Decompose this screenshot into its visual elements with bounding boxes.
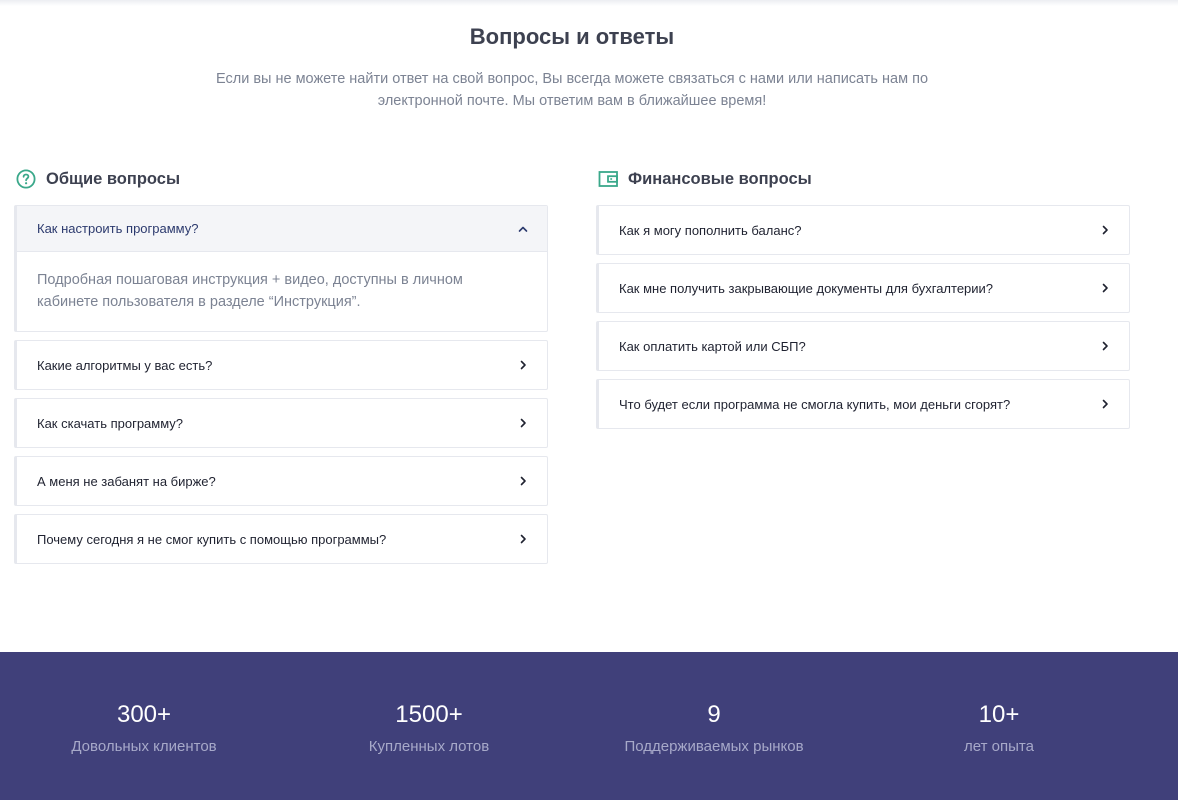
faq-question-failed-purchase[interactable]: Почему сегодня я не смог купить с помощь… — [17, 515, 547, 563]
chevron-right-icon[interactable] — [517, 359, 529, 371]
chevron-right-icon[interactable] — [1099, 340, 1111, 352]
chevron-right-icon[interactable] — [1099, 224, 1111, 236]
faq-question-documents[interactable]: Как мне получить закрывающие документы д… — [599, 264, 1129, 312]
stat-label: Довольных клиентов — [71, 738, 217, 755]
chevron-right-icon[interactable] — [1099, 282, 1111, 294]
faq-question-text: Как оплатить картой или СБП? — [619, 338, 806, 354]
faq-subtitle: Если вы не можете найти ответ на свой во… — [215, 71, 929, 109]
finance-questions-title: Финансовые вопросы — [628, 169, 812, 188]
header-shadow — [0, 0, 1178, 6]
faq-question-text: Какие алгоритмы у вас есть? — [37, 357, 213, 373]
faq-item-card-payment: Как оплатить картой или СБП? — [596, 321, 1130, 371]
stat-label: Купленных лотов — [368, 738, 490, 755]
general-questions-section: Общие вопросы Как настроить программу? П… — [14, 168, 548, 572]
stat-label: Поддерживаемых рынков — [624, 738, 804, 755]
stat-markets: 9 Поддерживаемых рынков — [594, 700, 834, 755]
stat-value: 10+ — [978, 701, 1020, 728]
faq-question-text: Как мне получить закрывающие документы д… — [619, 280, 994, 296]
faq-question-text: Как скачать программу? — [37, 415, 184, 431]
stats-section: 300+ Довольных клиентов 1500+ Купленных … — [0, 652, 1178, 800]
faq-question-text: Что будет если программа не смогла купит… — [619, 396, 1011, 412]
faq-answer-setup: Подробная пошаговая инструкция + видео, … — [37, 272, 463, 310]
faq-question-setup[interactable]: Как настроить программу? — [17, 206, 547, 252]
chevron-right-icon[interactable] — [517, 417, 529, 429]
general-questions-header: Общие вопросы — [16, 168, 548, 190]
faq-question-text: Как я могу пополнить баланс? — [619, 222, 802, 238]
faq-question-text: Почему сегодня я не смог купить с помощь… — [37, 531, 387, 547]
faq-question-text: Как настроить программу? — [37, 221, 199, 236]
stat-clients: 300+ Довольных клиентов — [24, 700, 264, 755]
faq-question-top-up[interactable]: Как я могу пополнить баланс? — [599, 206, 1129, 254]
faq-question-card-payment[interactable]: Как оплатить картой или СБП? — [599, 322, 1129, 370]
question-circle-icon — [16, 169, 36, 189]
chevron-up-icon[interactable] — [517, 223, 529, 235]
stat-value: 9 — [707, 701, 721, 728]
faq-item-top-up: Как я могу пополнить баланс? — [596, 205, 1130, 255]
chevron-right-icon[interactable] — [517, 533, 529, 545]
faq-question-money-burn[interactable]: Что будет если программа не смогла купит… — [599, 380, 1129, 428]
stat-experience: 10+ лет опыта — [879, 700, 1119, 755]
stat-value: 1500+ — [395, 701, 463, 728]
faq-question-algorithms[interactable]: Какие алгоритмы у вас есть? — [17, 341, 547, 389]
stat-value: 300+ — [116, 701, 172, 728]
faq-item-setup: Как настроить программу? Подробная пошаг… — [14, 205, 548, 332]
stat-label: лет опыта — [964, 738, 1034, 755]
chevron-right-icon[interactable] — [1099, 398, 1111, 410]
stat-lots: 1500+ Купленных лотов — [309, 700, 549, 755]
faq-item-documents: Как мне получить закрывающие документы д… — [596, 263, 1130, 313]
faq-item-algorithms: Какие алгоритмы у вас есть? — [14, 340, 548, 390]
faq-question-text: А меня не забанят на бирже? — [37, 473, 216, 489]
faq-question-download[interactable]: Как скачать программу? — [17, 399, 547, 447]
wallet-icon — [598, 169, 618, 189]
faq-question-ban[interactable]: А меня не забанят на бирже? — [17, 457, 547, 505]
faq-item-ban: А меня не забанят на бирже? — [14, 456, 548, 506]
finance-questions-header: Финансовые вопросы — [598, 168, 1130, 190]
faq-item-failed-purchase: Почему сегодня я не смог купить с помощь… — [14, 514, 548, 564]
chevron-right-icon[interactable] — [517, 475, 529, 487]
faq-item-money-burn: Что будет если программа не смогла купит… — [596, 379, 1130, 429]
faq-item-download: Как скачать программу? — [14, 398, 548, 448]
finance-questions-section: Финансовые вопросы Как я могу пополнить … — [596, 168, 1130, 437]
general-questions-title: Общие вопросы — [46, 169, 181, 188]
faq-title: Вопросы и ответы — [469, 24, 675, 49]
